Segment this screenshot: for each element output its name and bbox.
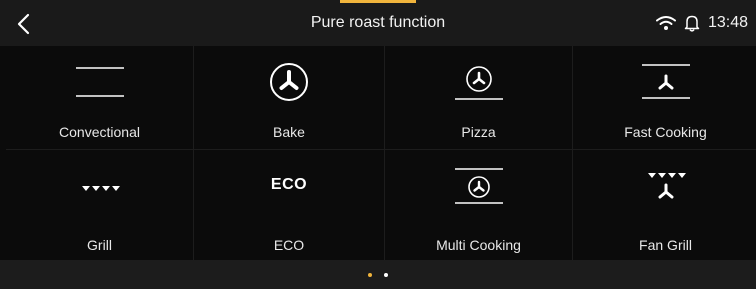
pagination [0,260,756,289]
fan-grill-icon [647,173,686,199]
footer-bar [0,260,756,289]
fast-cooking-icon [641,64,690,99]
function-label: ECO [273,237,305,253]
function-label: Fast Cooking [624,124,707,140]
top-bar: Pure roast function 13:48 [0,0,756,46]
pizza-icon [454,66,503,100]
bell-icon[interactable] [684,14,700,32]
function-convectional[interactable]: Convectional [6,46,194,150]
multi-cooking-icon [454,168,503,204]
clock-time: 13:48 [707,14,748,31]
function-bake[interactable]: Bake [194,46,385,150]
page-title: Pure roast function [310,14,446,31]
wifi-icon [655,16,676,30]
function-label: Fan Grill [639,237,692,253]
function-fast-cooking[interactable]: Fast Cooking [573,46,756,150]
status-area: 13:48 [655,0,748,46]
function-fan-grill[interactable]: Fan Grill [573,150,756,260]
fan-icon [270,63,308,101]
convectional-icon [75,67,124,97]
function-label: Multi Cooking [436,237,521,253]
function-label: Convectional [59,124,140,140]
function-multi-cooking[interactable]: Multi Cooking [385,150,573,260]
page-dot-1[interactable] [368,272,372,277]
function-label: Grill [87,237,112,253]
page-dot-2[interactable] [384,272,388,277]
function-label: Pizza [461,124,496,140]
function-grill[interactable]: Grill [6,150,194,260]
chevron-left-icon [17,13,30,35]
grill-icon [81,186,120,191]
back-button[interactable] [10,10,38,38]
function-label: Bake [273,124,305,140]
function-eco[interactable]: ECO ECO [194,150,385,260]
eco-icon: ECO [270,176,308,193]
function-pizza[interactable]: Pizza [385,46,573,150]
function-grid: Convectional Bake Pizza Fast Cooking Gri… [6,46,756,260]
